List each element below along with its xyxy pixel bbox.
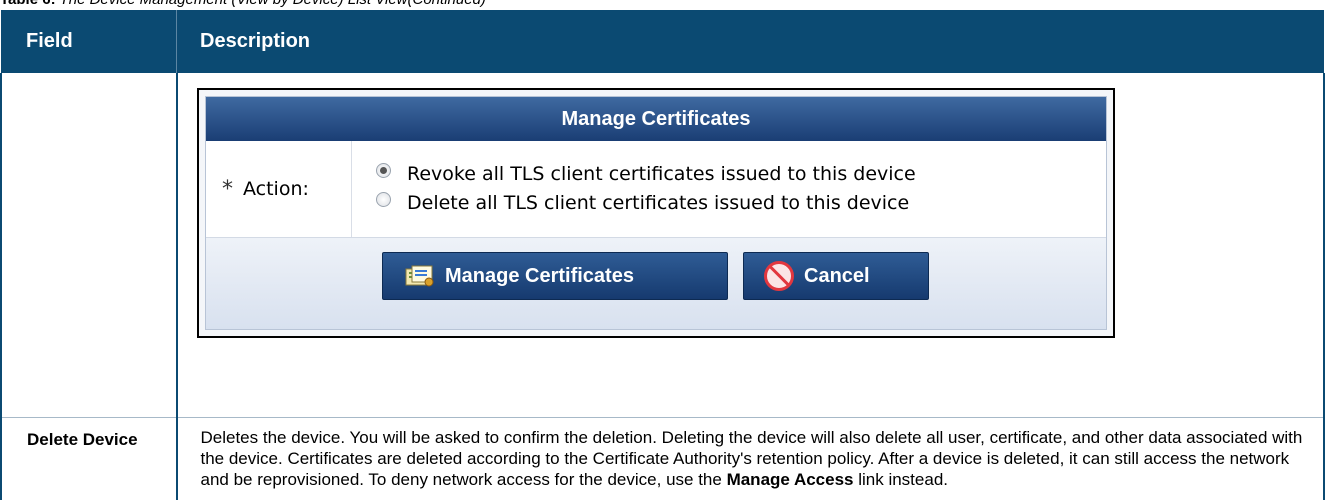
option-revoke[interactable]: Revoke all TLS client certificates issue… — [376, 159, 916, 188]
header-description: Description — [177, 10, 1325, 73]
cancel-icon — [764, 261, 794, 291]
description-text-end: link instead. — [854, 470, 949, 489]
cancel-button[interactable]: Cancel — [743, 252, 929, 300]
revoke-radio[interactable] — [376, 163, 391, 178]
option-delete-label: Delete all TLS client certificates issue… — [407, 192, 909, 214]
option-delete[interactable]: Delete all TLS client certificates issue… — [376, 188, 916, 217]
manage-access-text: Manage Access — [727, 470, 854, 489]
manage-button-label: Manage Certificates — [445, 265, 634, 288]
caption-label: Table 6: — [0, 0, 56, 8]
dialog-form-row: * Action: Revoke all TLS client certific… — [206, 141, 1106, 238]
caption-text: The Device Management (View by Device) L… — [60, 0, 486, 8]
field-description: Deletes the device. You will be asked to… — [179, 419, 1323, 490]
manage-certificates-dialog-screenshot: Manage Certificates * Action: Revoke all… — [197, 88, 1115, 338]
option-revoke-label: Revoke all TLS client certificates issue… — [407, 163, 916, 185]
action-options: Revoke all TLS client certificates issue… — [352, 141, 916, 237]
required-marker: * — [222, 177, 233, 202]
dialog-panel: Manage Certificates * Action: Revoke all… — [205, 96, 1107, 330]
delete-radio[interactable] — [376, 192, 391, 207]
dialog-footer: Manage Certificates Cancel — [206, 238, 1106, 329]
dialog-title: Manage Certificates — [206, 97, 1106, 141]
field-label-delete-device: Delete Device — [3, 419, 147, 451]
manage-certificates-button[interactable]: Manage Certificates — [382, 252, 728, 300]
certificate-icon — [405, 265, 435, 287]
row-description-cell: Deletes the device. You will be asked to… — [177, 418, 1325, 500]
row-field-cell — [1, 73, 177, 418]
table-caption: Table 6: The Device Management (View by D… — [0, 0, 486, 9]
row-field-cell: Delete Device — [1, 418, 177, 500]
cancel-button-label: Cancel — [804, 265, 870, 288]
action-label-text: Action: — [243, 178, 309, 200]
header-field: Field — [1, 10, 177, 73]
table-header-row: Field Description — [1, 10, 1324, 73]
action-label: * Action: — [206, 141, 352, 237]
table-row: Delete Device Deletes the device. You wi… — [1, 418, 1324, 500]
